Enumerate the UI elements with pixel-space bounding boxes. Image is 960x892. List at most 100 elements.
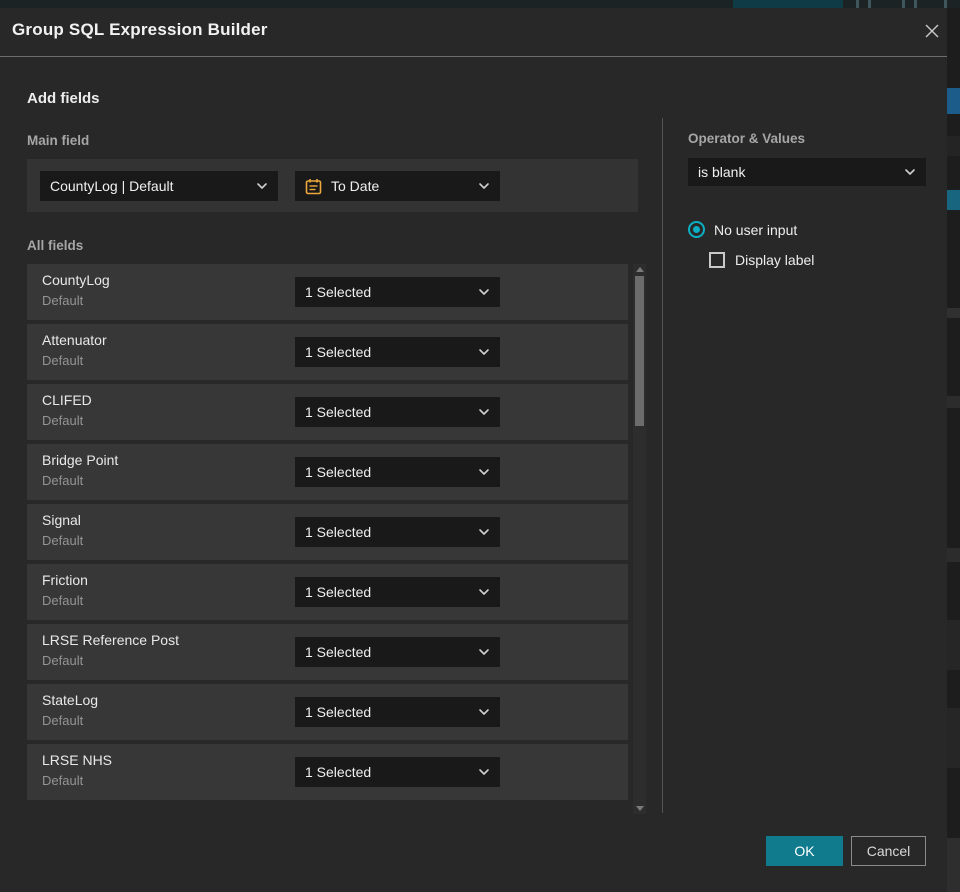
field-row: Bridge Point Default 1 Selected xyxy=(27,444,628,500)
field-name: Signal xyxy=(42,512,81,528)
chevron-down-icon xyxy=(479,529,489,535)
field-sublabel: Default xyxy=(42,473,84,488)
close-button[interactable] xyxy=(918,17,946,45)
main-field-value-select[interactable]: To Date xyxy=(295,171,500,201)
checkbox-unchecked-icon xyxy=(709,252,725,268)
field-selected-dropdown[interactable]: 1 Selected xyxy=(295,397,500,427)
calendar-date-icon xyxy=(305,178,322,195)
fields-scrollbar[interactable] xyxy=(633,264,646,814)
display-label-checkbox[interactable]: Display label xyxy=(709,252,814,268)
chevron-down-icon xyxy=(479,769,489,775)
panel-divider xyxy=(662,118,663,813)
main-field-panel: CountyLog | Default To Date xyxy=(27,159,638,212)
field-selected-dropdown[interactable]: 1 Selected xyxy=(295,337,500,367)
field-selected-value: 1 Selected xyxy=(305,704,372,720)
field-selected-dropdown[interactable]: 1 Selected xyxy=(295,457,500,487)
field-sublabel: Default xyxy=(42,353,84,368)
field-name: LRSE Reference Post xyxy=(42,632,179,648)
chevron-down-icon xyxy=(479,649,489,655)
no-user-input-label: No user input xyxy=(714,221,798,238)
chevron-down-icon xyxy=(479,349,489,355)
field-row: LRSE Reference Post Default 1 Selected xyxy=(27,624,628,680)
background-toolbar-fragment xyxy=(914,0,917,8)
field-selected-dropdown[interactable]: 1 Selected xyxy=(295,577,500,607)
background-app-right-strip xyxy=(947,8,960,892)
main-field-select-value: CountyLog | Default xyxy=(50,178,174,194)
field-selected-value: 1 Selected xyxy=(305,344,372,360)
background-toolbar-fragment xyxy=(944,0,947,8)
field-selected-dropdown[interactable]: 1 Selected xyxy=(295,277,500,307)
background-toolbar-fragment xyxy=(868,0,871,8)
operator-select-value: is blank xyxy=(698,164,746,180)
field-selected-dropdown[interactable]: 1 Selected xyxy=(295,517,500,547)
field-name: Bridge Point xyxy=(42,452,119,468)
field-name: StateLog xyxy=(42,692,99,708)
chevron-down-icon xyxy=(905,169,915,175)
chevron-down-icon xyxy=(479,589,489,595)
field-selected-value: 1 Selected xyxy=(305,284,372,300)
live-view-toggle[interactable]: Live view xyxy=(733,0,843,8)
field-selected-value: 1 Selected xyxy=(305,404,372,420)
dialog-title: Group SQL Expression Builder xyxy=(12,20,268,39)
chevron-down-icon xyxy=(479,709,489,715)
field-sublabel: Default xyxy=(42,593,84,608)
background-toolbar-fragment xyxy=(902,0,905,8)
display-label-text: Display label xyxy=(735,252,815,268)
ok-button[interactable]: OK xyxy=(766,836,843,866)
field-name: Friction xyxy=(42,572,88,588)
operator-select[interactable]: is blank xyxy=(688,158,926,186)
field-selected-dropdown[interactable]: 1 Selected xyxy=(295,757,500,787)
field-selected-value: 1 Selected xyxy=(305,644,372,660)
field-sublabel: Default xyxy=(42,533,84,548)
group-sql-expression-builder-dialog: Group SQL Expression Builder Add fields … xyxy=(0,8,947,892)
background-panel-fragment xyxy=(947,548,960,562)
all-fields-list: CountyLog Default 1 Selected Attenuator … xyxy=(27,264,628,804)
background-app-top-strip: Live view xyxy=(0,0,960,8)
field-row: Signal Default 1 Selected xyxy=(27,504,628,560)
main-field-value: To Date xyxy=(331,178,380,194)
no-user-input-radio[interactable]: No user input xyxy=(688,221,797,238)
chevron-down-icon xyxy=(479,289,489,295)
background-panel-fragment xyxy=(947,708,960,768)
background-panel-fragment xyxy=(947,838,960,892)
field-name: LRSE NHS xyxy=(42,752,113,768)
field-sublabel: Default xyxy=(42,293,84,308)
field-row: CLIFED Default 1 Selected xyxy=(27,384,628,440)
field-row: StateLog Default 1 Selected xyxy=(27,684,628,740)
scroll-down-icon[interactable] xyxy=(636,806,644,811)
chevron-down-icon xyxy=(479,409,489,415)
chevron-down-icon xyxy=(257,183,267,189)
background-panel-fragment xyxy=(947,620,960,670)
background-panel-fragment xyxy=(947,396,960,408)
chevron-down-icon xyxy=(479,183,489,189)
scroll-up-icon[interactable] xyxy=(636,267,644,272)
field-row: LRSE NHS Default 1 Selected xyxy=(27,744,628,800)
radio-selected-icon xyxy=(688,221,705,238)
field-sublabel: Default xyxy=(42,413,84,428)
field-name: CountyLog xyxy=(42,272,110,288)
background-panel-fragment xyxy=(947,136,960,156)
add-fields-heading: Add fields xyxy=(27,90,100,107)
field-name: Attenuator xyxy=(42,332,107,348)
background-panel-fragment xyxy=(947,190,960,210)
main-field-select[interactable]: CountyLog | Default xyxy=(40,171,278,201)
dialog-header: Group SQL Expression Builder xyxy=(0,8,947,57)
field-selected-dropdown[interactable]: 1 Selected xyxy=(295,637,500,667)
operator-values-label: Operator & Values xyxy=(688,131,806,146)
field-selected-dropdown[interactable]: 1 Selected xyxy=(295,697,500,727)
main-field-label: Main field xyxy=(27,133,90,148)
field-sublabel: Default xyxy=(42,713,84,728)
field-sublabel: Default xyxy=(42,653,84,668)
field-sublabel: Default xyxy=(42,773,84,788)
close-icon xyxy=(925,24,939,38)
field-row: Attenuator Default 1 Selected xyxy=(27,324,628,380)
field-selected-value: 1 Selected xyxy=(305,764,372,780)
background-panel-fragment xyxy=(947,308,960,318)
live-view-label: Live view xyxy=(769,0,818,3)
all-fields-label: All fields xyxy=(27,238,84,253)
cancel-button[interactable]: Cancel xyxy=(851,836,926,866)
scrollbar-thumb[interactable] xyxy=(635,276,644,426)
field-row: Friction Default 1 Selected xyxy=(27,564,628,620)
field-row: CountyLog Default 1 Selected xyxy=(27,264,628,320)
field-name: CLIFED xyxy=(42,392,92,408)
